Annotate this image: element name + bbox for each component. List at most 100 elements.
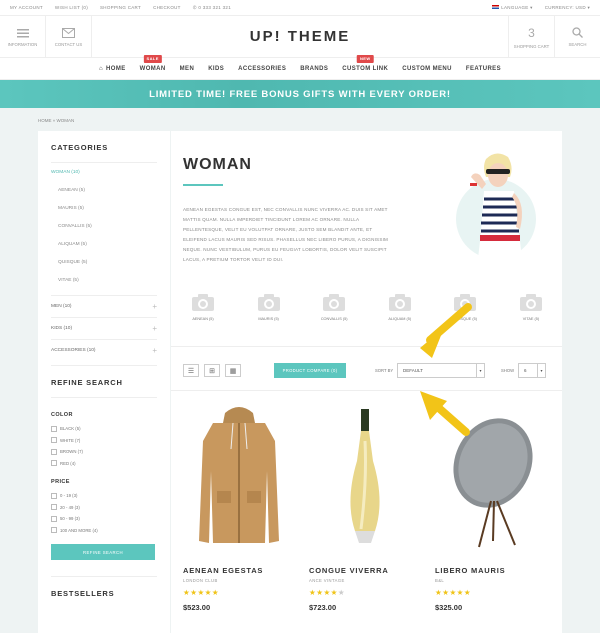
checkbox[interactable] <box>51 448 57 455</box>
category-mauris[interactable]: MAURIS (5) <box>51 199 157 217</box>
large-grid-button[interactable]: ▦ <box>225 364 241 377</box>
product-image-bottle[interactable] <box>309 401 421 551</box>
checkbox[interactable] <box>51 527 57 534</box>
chevron-down-icon: ▾ <box>537 364 545 377</box>
shopping-cart-link[interactable]: SHOPPING CART <box>100 5 141 10</box>
cart-button[interactable]: 3 SHOPPING CART <box>508 16 554 58</box>
filter-price-50-99[interactable]: 50 - 99 (3) <box>51 513 157 525</box>
camera-icon <box>454 294 477 311</box>
subcategory-label: VITAE (5) <box>522 317 540 321</box>
subcategory-quisque[interactable]: QUISQUE (5) <box>437 294 493 321</box>
product-card[interactable]: AENEAN EGESTAS LONDON CLUB ★★★★★ $523.00 <box>183 401 295 612</box>
category-banner-image <box>456 153 536 259</box>
filter-price-100-more[interactable]: 100 AND MORE (4) <box>51 525 157 537</box>
grid-view-button[interactable]: ⊞ <box>204 364 220 377</box>
show-value: 6 <box>524 368 527 373</box>
checkbox[interactable] <box>51 492 57 499</box>
checkbox[interactable] <box>51 460 57 467</box>
subcategory-mauris[interactable]: MAURIS (5) <box>241 294 297 321</box>
checkbox[interactable] <box>51 425 57 432</box>
expand-icon[interactable]: + <box>152 302 157 311</box>
filter-price-20-49[interactable]: 20 - 49 (3) <box>51 502 157 514</box>
filter-price-0-19[interactable]: 0 - 19 (3) <box>51 490 157 502</box>
nav-woman[interactable]: SALE WOMAN <box>140 54 166 72</box>
cart-label: SHOPPING CART <box>513 43 550 49</box>
subcategory-vitae[interactable]: VITAE (5) <box>503 294 559 321</box>
sort-select[interactable]: DEFAULT ▾ <box>397 363 485 378</box>
product-brand: LONDON CLUB <box>183 578 218 583</box>
breadcrumb-home[interactable]: HOME <box>38 118 52 123</box>
promo-banner[interactable]: LIMITED TIME! FREE BONUS GIFTS WITH EVER… <box>0 80 600 108</box>
breadcrumb-current[interactable]: WOMAN <box>57 118 75 123</box>
filter-black[interactable]: BLACK (5) <box>51 423 157 435</box>
show-select[interactable]: 6 ▾ <box>518 363 546 378</box>
product-name[interactable]: AENEAN EGESTAS <box>183 566 295 575</box>
list-view-button[interactable]: ☰ <box>183 364 199 377</box>
list-icon: ☰ <box>187 367 195 375</box>
product-compare-button[interactable]: PRODUCT COMPARE (0) <box>274 363 346 378</box>
my-account-link[interactable]: MY ACCOUNT <box>10 5 43 10</box>
nav-custom-link[interactable]: NEW CUSTOM LINK <box>342 54 388 72</box>
large-grid-icon: ▦ <box>229 367 237 375</box>
rating-stars: ★★★★★ <box>183 588 220 597</box>
camera-icon <box>323 294 346 311</box>
nav-custom-menu[interactable]: CUSTOM MENU <box>402 66 452 72</box>
category-men[interactable]: MEN (10) + <box>51 295 157 317</box>
search-button[interactable]: SEARCH <box>554 16 600 58</box>
product-card[interactable]: CONGUE VIVERRA ANCE VINTAGE ★★★★★ $723.0… <box>309 401 421 612</box>
product-brand: B&L <box>435 578 445 583</box>
checkbox[interactable] <box>51 437 57 444</box>
product-name[interactable]: LIBERO MAURIS <box>435 566 547 575</box>
phone-number: ✆ 0 333 321 321 <box>192 4 232 10</box>
wishlist-link[interactable]: WISH LIST (0) <box>55 5 88 10</box>
sort-value: DEFAULT <box>403 368 423 373</box>
nav-features[interactable]: FEATURES <box>466 66 501 72</box>
category-quisque[interactable]: QUISQUE (5) <box>51 253 157 271</box>
category-convallis[interactable]: CONVALLIS (5) <box>51 217 157 235</box>
product-price: $325.00 <box>435 603 463 612</box>
sort-label: SORT BY <box>375 368 394 373</box>
product-image-speaker[interactable] <box>435 401 547 551</box>
color-filter-title: COLOR <box>51 412 73 418</box>
camera-icon <box>519 294 542 311</box>
checkbox[interactable] <box>51 504 57 511</box>
page-title: WOMAN <box>183 156 252 173</box>
subcategory-aliquam[interactable]: ALIQUAM (5) <box>372 294 428 321</box>
nav-brands[interactable]: BRANDS <box>300 66 328 72</box>
new-badge: NEW <box>357 54 374 63</box>
grid-icon: ⊞ <box>209 367 215 375</box>
subcategory-strip: AENEAN (5) MAURIS (5) CONVALLIS (5) ALIQ… <box>175 294 559 321</box>
filter-white[interactable]: WHITE (7) <box>51 435 157 447</box>
filter-brown[interactable]: BROWN (7) <box>51 446 157 458</box>
header: INFORMATION CONTACT US UP! THEME 3 SHOPP… <box>0 16 600 58</box>
refine-search-button[interactable]: REFINE SEARCH <box>51 544 155 560</box>
camera-icon <box>192 294 214 311</box>
title-underline <box>183 184 223 186</box>
category-woman[interactable]: WOMAN (10) <box>51 163 157 181</box>
nav-accessories[interactable]: ACCESSORIES <box>238 66 286 72</box>
expand-icon[interactable]: + <box>152 324 157 333</box>
rating-stars: ★★★★★ <box>435 588 472 597</box>
nav-men[interactable]: MEN <box>180 66 195 72</box>
category-aliquam[interactable]: ALIQUAM (5) <box>51 235 157 253</box>
product-price: $723.00 <box>309 603 337 612</box>
category-aenean[interactable]: AENEAN (5) <box>51 181 157 199</box>
language-selector[interactable]: LANGUAGE ▾ <box>492 5 533 11</box>
checkout-link[interactable]: CHECKOUT <box>153 5 181 10</box>
subcategory-aenean[interactable]: AENEAN (5) <box>175 294 231 321</box>
product-card[interactable]: LIBERO MAURIS B&L ★★★★★ $325.00 <box>435 401 547 612</box>
nav-kids[interactable]: KIDS <box>208 66 224 72</box>
checkbox[interactable] <box>51 515 57 522</box>
filter-red[interactable]: RED (4) <box>51 458 157 470</box>
product-image-jacket[interactable] <box>183 401 295 551</box>
category-kids[interactable]: KIDS (10) + <box>51 317 157 339</box>
currency-selector[interactable]: CURRENCY: USD ▾ <box>545 5 590 11</box>
expand-icon[interactable]: + <box>152 346 157 355</box>
flag-icon <box>492 5 500 10</box>
category-vitae[interactable]: VITAE (5) <box>51 271 157 289</box>
subcategory-convallis[interactable]: CONVALLIS (5) <box>306 294 362 321</box>
category-accessories[interactable]: ACCESSORIES (10) + <box>51 339 157 361</box>
product-name[interactable]: CONGUE VIVERRA <box>309 566 421 575</box>
nav-home[interactable]: ⌂ HOME <box>99 66 126 72</box>
search-icon <box>572 27 583 38</box>
